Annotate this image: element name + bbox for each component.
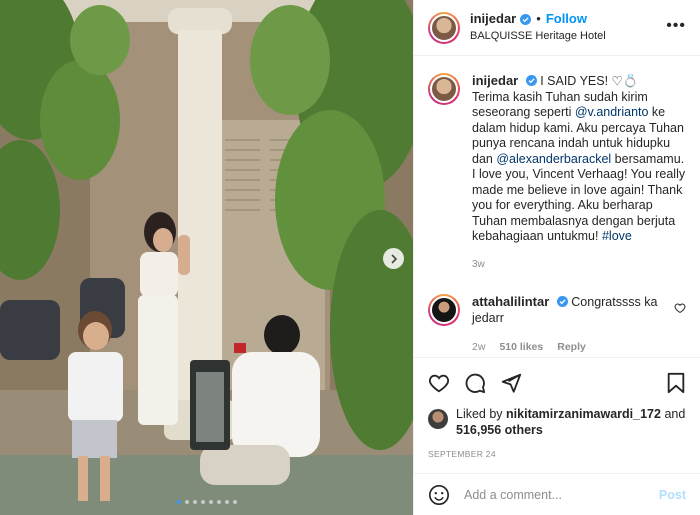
next-image-button[interactable] — [383, 248, 404, 269]
location-link[interactable]: BALQUISSE Heritage Hotel — [470, 28, 606, 44]
caption-avatar[interactable] — [428, 73, 460, 105]
comment-item: attahalilintar Congratssss ka jedarr 2w … — [428, 294, 686, 356]
more-options-icon[interactable]: ••• — [666, 18, 686, 34]
verified-badge-icon — [520, 13, 532, 25]
caption-text: bersamamu. — [611, 151, 685, 166]
likes-and: and — [660, 407, 686, 421]
caption-username[interactable]: inijedar — [472, 73, 518, 88]
likes-others-link[interactable]: 516,956 others — [456, 423, 543, 437]
post-header: inijedar • Follow BALQUISSE Heritage Hot… — [414, 0, 700, 56]
liker-avatar[interactable] — [428, 409, 448, 429]
caption: inijedar I SAID YES! ♡💍 Terima kasih Tuh… — [428, 73, 686, 272]
carousel-dot — [192, 500, 197, 504]
follow-button[interactable]: Follow — [546, 11, 587, 27]
post-comment-button[interactable]: Post — [659, 488, 686, 502]
comments-section: inijedar I SAID YES! ♡💍 Terima kasih Tuh… — [414, 57, 700, 357]
caption-headline: I SAID YES! ♡💍 — [540, 74, 639, 88]
like-heart-icon[interactable] — [428, 372, 450, 394]
author-avatar[interactable] — [428, 11, 460, 44]
bookmark-icon[interactable] — [666, 372, 686, 394]
action-bar — [414, 357, 700, 405]
carousel-dot — [200, 500, 205, 504]
share-send-icon[interactable] — [500, 372, 522, 394]
comment-time[interactable]: 2w — [472, 340, 485, 356]
mention-link[interactable]: @alexanderbarackel — [496, 152, 611, 166]
comment-likes[interactable]: 510 likes — [499, 340, 543, 356]
carousel-dot — [176, 500, 181, 504]
comment-like-icon[interactable] — [674, 302, 686, 314]
post-panel: inijedar • Follow BALQUISSE Heritage Hot… — [413, 0, 700, 515]
carousel-dot — [208, 500, 213, 504]
comment-bubble-icon[interactable] — [464, 372, 486, 394]
hashtag-link[interactable]: #love — [602, 229, 632, 243]
reply-button[interactable]: Reply — [557, 340, 586, 356]
commenter-avatar[interactable] — [428, 294, 460, 326]
chevron-right-icon — [390, 253, 397, 264]
carousel-dot — [224, 500, 229, 504]
verified-badge-icon — [525, 75, 537, 86]
likes-prefix: Liked by — [456, 407, 507, 421]
carousel-dot — [216, 500, 221, 504]
post-date[interactable]: SEPTEMBER 24 — [428, 449, 496, 459]
comment-input[interactable] — [464, 487, 659, 502]
carousel-dot — [184, 500, 189, 504]
likes-summary: Liked by nikitamirzanimawardi_172 and 51… — [428, 406, 686, 438]
liker-username[interactable]: nikitamirzanimawardi_172 — [506, 407, 661, 421]
separator-dot: • — [536, 11, 541, 26]
carousel-dot — [232, 500, 237, 504]
add-comment-bar: Post — [414, 473, 700, 515]
commenter-username[interactable]: attahalilintar — [472, 294, 549, 309]
emoji-icon[interactable] — [428, 484, 450, 506]
post-photo[interactable] — [0, 0, 413, 515]
carousel-indicator — [0, 500, 413, 504]
verified-badge-icon — [556, 296, 568, 307]
caption-text: I love you, Vincent Verhaag! You really … — [472, 167, 686, 243]
caption-time[interactable]: 3w — [472, 257, 686, 273]
photo-illustration — [0, 0, 413, 515]
mention-link[interactable]: @v.andrianto — [575, 105, 649, 119]
author-username[interactable]: inijedar — [470, 11, 516, 27]
